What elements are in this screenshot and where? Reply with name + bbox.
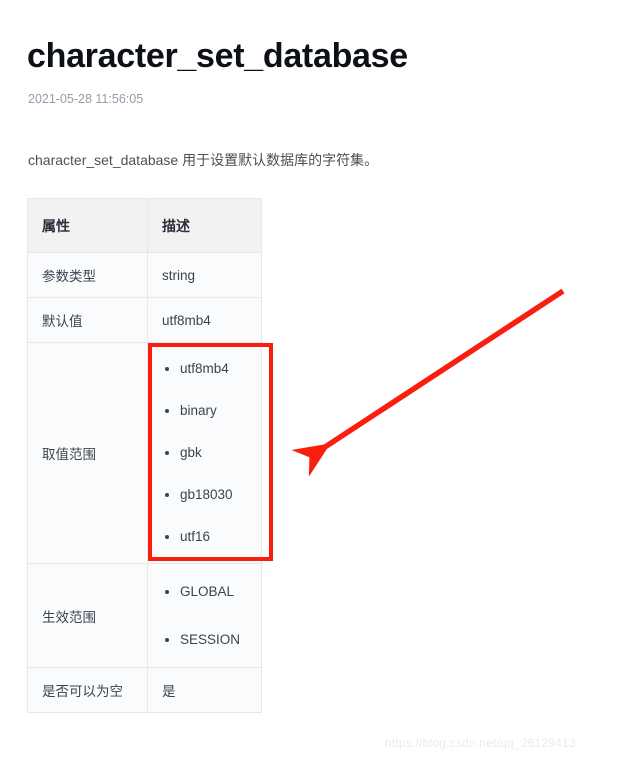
list-item: binary xyxy=(180,402,247,420)
table-row: 是否可以为空 是 xyxy=(27,667,262,713)
column-header-attribute: 属性 xyxy=(27,198,148,253)
list-item: utf16 xyxy=(180,528,247,546)
table-row: 生效范围 GLOBAL SESSION xyxy=(27,563,262,668)
page-title: character_set_database xyxy=(27,37,408,75)
table-row: 取值范围 utf8mb4 binary gbk gb18030 utf16 xyxy=(27,342,262,564)
csdn-watermark: https://blog.csdn.net/qq_26129413 xyxy=(385,736,576,750)
parameter-spec-table: 属性 描述 参数类型 string 默认值 utf8mb4 取值范围 utf8m… xyxy=(27,198,262,713)
row-label-param-type: 参数类型 xyxy=(27,252,148,298)
table-body: 参数类型 string 默认值 utf8mb4 取值范围 utf8mb4 bin… xyxy=(27,252,262,713)
list-item: GLOBAL xyxy=(180,583,247,601)
value-range-list: utf8mb4 binary gbk gb18030 utf16 xyxy=(162,360,247,546)
table-row: 参数类型 string xyxy=(27,252,262,298)
list-item: gbk xyxy=(180,444,247,462)
row-value-effective-scope: GLOBAL SESSION xyxy=(147,563,262,668)
row-label-effective-scope: 生效范围 xyxy=(27,563,148,668)
article-page: character_set_database 2021-05-28 11:56:… xyxy=(0,0,636,764)
row-label-default-value: 默认值 xyxy=(27,297,148,343)
row-value-value-range: utf8mb4 binary gbk gb18030 utf16 xyxy=(147,342,262,564)
effective-scope-list: GLOBAL SESSION xyxy=(162,583,247,649)
list-item: SESSION xyxy=(180,631,247,649)
table-head: 属性 描述 xyxy=(27,198,262,253)
row-value-default-value: utf8mb4 xyxy=(147,297,262,343)
row-label-nullable: 是否可以为空 xyxy=(27,667,148,713)
row-label-value-range: 取值范围 xyxy=(27,342,148,564)
column-header-description: 描述 xyxy=(147,198,262,253)
table-header-row: 属性 描述 xyxy=(27,198,262,253)
row-value-param-type: string xyxy=(147,252,262,298)
publish-timestamp: 2021-05-28 11:56:05 xyxy=(28,92,144,106)
list-item: gb18030 xyxy=(180,486,247,504)
table-row: 默认值 utf8mb4 xyxy=(27,297,262,343)
intro-paragraph: character_set_database 用于设置默认数据库的字符集。 xyxy=(28,152,379,168)
row-value-nullable: 是 xyxy=(147,667,262,713)
list-item: utf8mb4 xyxy=(180,360,247,378)
